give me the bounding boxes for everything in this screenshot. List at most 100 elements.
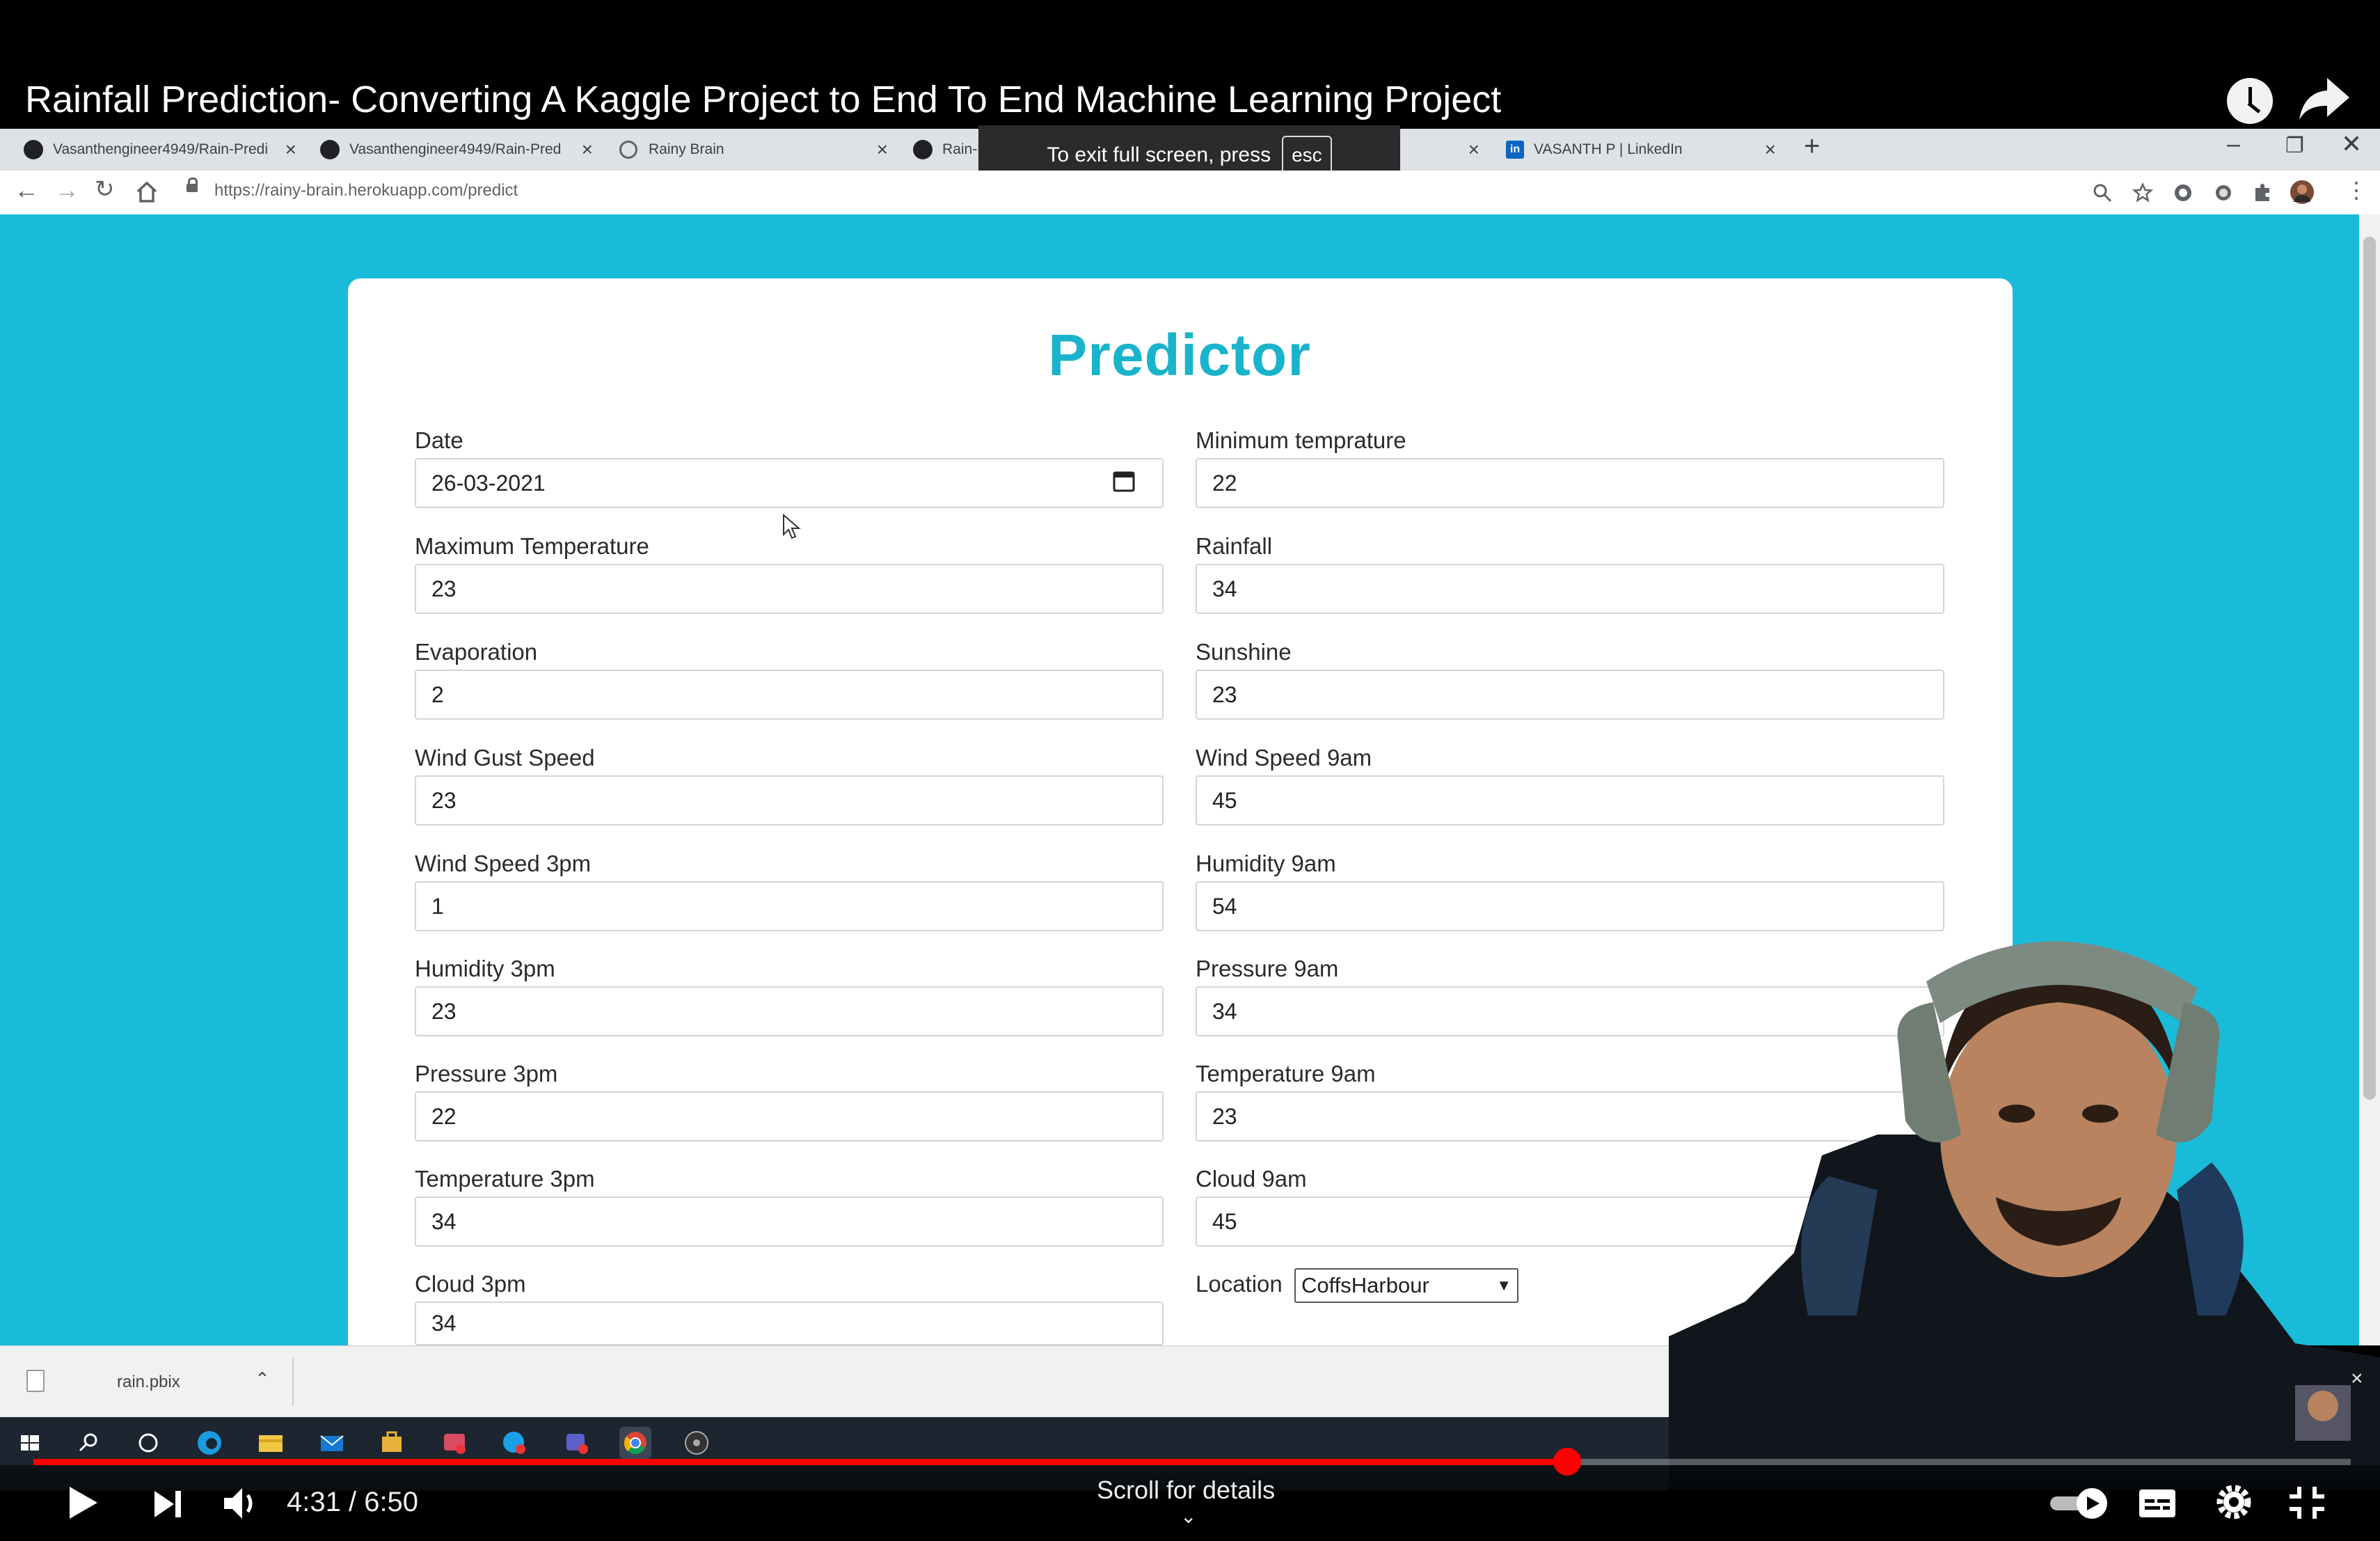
- next-icon[interactable]: [150, 1487, 185, 1522]
- mail-icon[interactable]: [316, 1427, 348, 1459]
- pressure-3pm-label: Pressure 3pm: [415, 1061, 558, 1086]
- browser-tab[interactable]: Rainy Brain ×: [619, 132, 888, 167]
- app-icon[interactable]: [438, 1427, 470, 1459]
- cloud-9am-label: Cloud 9am: [1196, 1166, 1307, 1192]
- humidity-9am-label: Humidity 9am: [1196, 851, 1336, 876]
- tab-label: Vasanthengineer4949/Rain-Predi: [53, 141, 268, 157]
- share-icon[interactable]: [2296, 75, 2352, 124]
- sunshine-label: Sunshine: [1196, 639, 1292, 665]
- calendar-icon[interactable]: [1112, 469, 1136, 493]
- teams-icon[interactable]: [561, 1427, 593, 1459]
- extension-icon[interactable]: [2173, 182, 2193, 203]
- reload-icon[interactable]: ↻: [95, 175, 115, 203]
- cortana-icon[interactable]: [132, 1427, 164, 1459]
- forward-icon[interactable]: →: [54, 175, 79, 205]
- mouse-cursor-icon: [783, 514, 801, 539]
- captions-icon[interactable]: [2138, 1488, 2177, 1519]
- chevron-up-icon[interactable]: ⌃: [255, 1368, 270, 1390]
- wind-gust-speed-input[interactable]: [415, 775, 1164, 825]
- exit-fullscreen-icon[interactable]: [2287, 1484, 2327, 1522]
- gear-icon[interactable]: [2213, 1481, 2255, 1523]
- rainfall-input[interactable]: [1196, 564, 1944, 614]
- window-close-button[interactable]: ✕: [2341, 129, 2362, 159]
- pressure-9am-label: Pressure 9am: [1196, 956, 1339, 981]
- back-icon[interactable]: ←: [14, 175, 39, 205]
- temperature-3pm-input[interactable]: [415, 1196, 1164, 1247]
- zoom-icon[interactable]: [2092, 182, 2113, 203]
- linkedin-icon: in: [1506, 141, 1524, 159]
- chrome-icon[interactable]: [619, 1427, 651, 1459]
- humidity-9am-input[interactable]: [1196, 881, 1944, 931]
- store-icon[interactable]: [376, 1427, 408, 1459]
- progress-bar-played: [33, 1459, 1567, 1465]
- humidity-3pm-label: Humidity 3pm: [415, 956, 555, 981]
- browser-tab[interactable]: Vasanthengineer4949/Rain-Predi ×: [24, 132, 296, 167]
- sunshine-input[interactable]: [1196, 670, 1944, 720]
- browser-tab[interactable]: Rain-Predi: [913, 132, 1011, 167]
- max-temperature-label: Maximum Temperature: [415, 533, 649, 559]
- shelf-divider: [292, 1357, 294, 1406]
- puzzle-icon[interactable]: [2252, 182, 2273, 203]
- autoplay-toggle[interactable]: [2049, 1487, 2111, 1520]
- bookmark-star-icon[interactable]: [2132, 182, 2153, 203]
- skype-icon[interactable]: [498, 1427, 530, 1459]
- watch-later-icon[interactable]: [2227, 78, 2273, 124]
- home-icon[interactable]: [135, 181, 159, 203]
- browser-tab[interactable]: Vasanthengineer4949/Rain-Pred ×: [320, 132, 593, 167]
- progress-scrubber[interactable]: [1553, 1448, 1581, 1476]
- min-temperature-input[interactable]: [1196, 458, 1944, 508]
- volume-icon[interactable]: [221, 1484, 262, 1523]
- restore-button[interactable]: ❐: [2285, 134, 2304, 158]
- rainfall-label: Rainfall: [1196, 533, 1273, 559]
- obs-icon[interactable]: [681, 1427, 713, 1459]
- close-tab-icon[interactable]: ×: [582, 139, 593, 161]
- browser-tab-close[interactable]: ×: [1452, 132, 1479, 167]
- close-tab-icon[interactable]: ×: [285, 139, 296, 161]
- extension-icon[interactable]: [2213, 182, 2234, 203]
- wind-speed-3pm-input[interactable]: [415, 881, 1164, 931]
- cloud-3pm-input[interactable]: [415, 1302, 1164, 1345]
- wind-speed-9am-label: Wind Speed 9am: [1196, 745, 1372, 770]
- fullscreen-toast-text: To exit full screen, press: [1047, 143, 1271, 166]
- browser-menu-icon[interactable]: ⋮: [2345, 177, 2367, 203]
- presenter-webcam: ×: [1669, 941, 2380, 1489]
- windows-start-icon[interactable]: [14, 1427, 46, 1459]
- browser-tab[interactable]: in VASANTH P | LinkedIn ×: [1506, 132, 1776, 167]
- humidity-3pm-input[interactable]: [415, 986, 1164, 1036]
- wind-gust-speed-label: Wind Gust Speed: [415, 745, 595, 770]
- github-icon: [913, 140, 933, 159]
- file-explorer-icon[interactable]: [255, 1427, 287, 1459]
- scroll-for-details[interactable]: Scroll for details: [1097, 1476, 1275, 1505]
- chevron-down-icon[interactable]: ⌄: [1180, 1505, 1196, 1528]
- close-tab-icon[interactable]: ×: [1765, 139, 1776, 161]
- close-tab-icon[interactable]: ×: [1468, 139, 1479, 161]
- github-icon: [320, 140, 340, 159]
- evaporation-input[interactable]: [415, 670, 1164, 720]
- minimize-button[interactable]: –: [2227, 131, 2240, 158]
- pressure-3pm-input[interactable]: [415, 1091, 1164, 1141]
- max-temperature-input[interactable]: [415, 564, 1164, 614]
- profile-avatar[interactable]: [2290, 180, 2315, 205]
- temperature-3pm-label: Temperature 3pm: [415, 1166, 595, 1192]
- date-input[interactable]: [415, 458, 1164, 508]
- search-icon[interactable]: [72, 1427, 104, 1459]
- time-display: 4:31 / 6:50: [287, 1487, 419, 1517]
- download-filename[interactable]: rain.pbix: [117, 1373, 180, 1392]
- chevron-down-icon: ▼: [1496, 1277, 1512, 1294]
- address-bar[interactable]: https://rainy-brain.herokuapp.com/predic…: [214, 181, 518, 200]
- temperature-9am-label: Temperature 9am: [1196, 1061, 1376, 1086]
- wind-speed-9am-input[interactable]: [1196, 775, 1944, 825]
- location-label: Location: [1196, 1271, 1283, 1297]
- tab-label: Vasanthengineer4949/Rain-Pred: [349, 141, 562, 157]
- video-title[interactable]: Rainfall Prediction- Converting A Kaggle…: [25, 78, 1501, 121]
- tab-label: VASANTH P | LinkedIn: [1534, 141, 1683, 157]
- lock-icon[interactable]: [187, 177, 198, 192]
- edge-icon[interactable]: [193, 1427, 225, 1459]
- globe-icon: [619, 141, 637, 159]
- new-tab-button[interactable]: +: [1804, 131, 1820, 162]
- play-icon[interactable]: [64, 1484, 102, 1522]
- close-tab-icon[interactable]: ×: [877, 139, 888, 161]
- location-select[interactable]: CoffsHarbour ▼: [1294, 1268, 1518, 1303]
- github-icon: [24, 140, 43, 159]
- esc-key-badge: esc: [1282, 136, 1332, 175]
